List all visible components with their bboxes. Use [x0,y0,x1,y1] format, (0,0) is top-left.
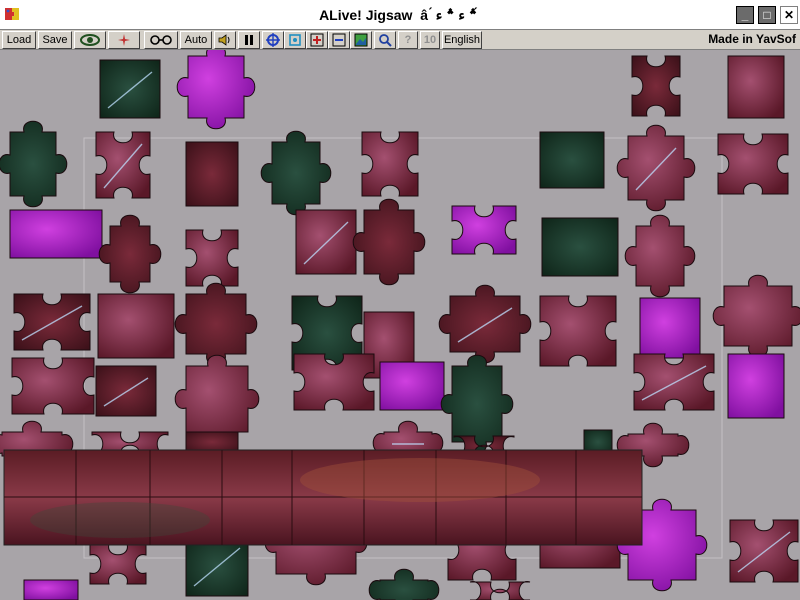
puzzle-piece[interactable] [295,209,357,275]
eye-icon[interactable] [74,31,106,49]
puzzle-piece[interactable] [352,198,426,286]
minimize-icon[interactable]: _ [736,6,754,24]
glasses-icon[interactable] [144,31,178,49]
close-icon[interactable]: ✕ [780,6,798,24]
puzzle-piece[interactable] [185,229,239,287]
picture-icon[interactable] [350,31,372,49]
puzzle-piece[interactable] [469,581,531,600]
puzzle-piece[interactable] [99,59,161,119]
window-title: ALive! Jigsaw â ́ ؞ ء ؞ ء ́ [319,7,481,23]
puzzle-piece[interactable] [368,568,440,600]
help-button[interactable]: ? [398,31,418,49]
puzzle-piece[interactable] [639,297,701,359]
puzzle-piece[interactable] [438,284,532,364]
language-button[interactable]: English [442,31,482,49]
puzzle-piece[interactable] [624,214,696,298]
puzzle-piece[interactable] [174,282,258,366]
puzzle-piece[interactable] [379,361,445,411]
puzzle-piece[interactable] [176,50,256,130]
puzzle-piece[interactable] [727,353,785,419]
puzzle-piece[interactable] [727,55,785,119]
puzzle-piece[interactable] [97,293,175,359]
auto-button[interactable]: Auto [180,31,212,49]
move-icon[interactable] [262,31,284,49]
puzzle-piece[interactable] [9,209,103,259]
puzzle-piece[interactable] [174,354,260,444]
magnify-icon[interactable] [374,31,396,49]
zoom-in-frame-icon[interactable] [306,31,328,49]
puzzle-piece[interactable] [13,293,91,351]
puzzle-board[interactable] [0,50,800,600]
puzzle-piece[interactable] [361,131,419,197]
puzzle-piece[interactable] [95,365,157,417]
puzzle-piece[interactable] [541,217,619,277]
puzzle-piece[interactable] [539,295,617,367]
puzzle-piece[interactable] [293,353,375,411]
puzzle-piece[interactable] [729,519,799,583]
zoom-out-frame-icon[interactable] [328,31,350,49]
puzzle-piece[interactable] [717,133,789,195]
load-button[interactable]: Load [2,31,36,49]
toolbar: Load Save Auto ? 10 English Made in YavS… [0,30,800,50]
maximize-icon[interactable]: □ [758,6,776,24]
center-icon[interactable] [284,31,306,49]
puzzle-canvas[interactable] [0,50,800,600]
sparkle-icon[interactable] [108,31,140,49]
pause-icon[interactable] [238,31,260,49]
made-in-label: Made in YavSof [708,32,796,46]
puzzle-piece[interactable] [260,130,332,216]
speaker-icon[interactable] [214,31,236,49]
puzzle-piece[interactable] [185,431,239,453]
puzzle-piece[interactable] [23,579,79,600]
puzzle-piece[interactable] [0,120,68,208]
puzzle-piece[interactable] [633,353,715,411]
puzzle-piece[interactable] [712,274,800,358]
puzzle-piece[interactable] [185,141,239,207]
title-bar: ALive! Jigsaw â ́ ؞ ء ؞ ء ́ _ □ ✕ [0,0,800,30]
puzzle-piece[interactable] [11,357,95,415]
puzzle-piece[interactable] [451,205,517,255]
puzzle-piece[interactable] [98,214,162,294]
assembled-strip[interactable] [3,449,643,546]
puzzle-piece[interactable] [89,543,147,585]
puzzle-piece[interactable] [631,55,681,117]
piece-count-button[interactable]: 10 [420,31,440,49]
puzzle-piece[interactable] [539,131,605,189]
save-button[interactable]: Save [38,31,72,49]
